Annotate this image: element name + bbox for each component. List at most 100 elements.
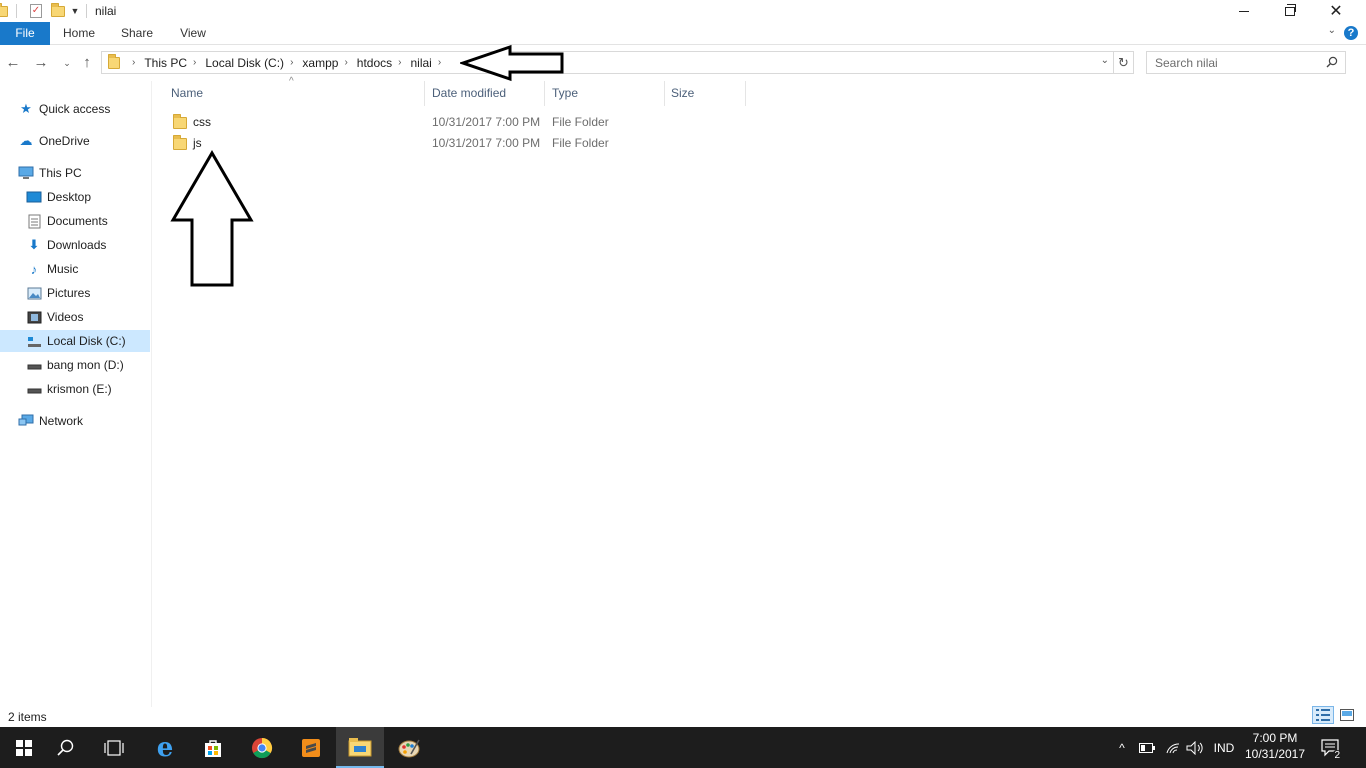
store-app[interactable] bbox=[189, 727, 237, 768]
file-type: File Folder bbox=[552, 136, 609, 150]
breadcrumb-this-pc[interactable]: This PC bbox=[144, 56, 187, 70]
chevron-down-icon: ⌄ bbox=[63, 58, 71, 68]
volume-control[interactable] bbox=[1184, 727, 1206, 768]
taskbar-clock[interactable]: 7:00 PM 10/31/2017 bbox=[1240, 730, 1310, 762]
battery-status[interactable] bbox=[1136, 727, 1158, 768]
file-date: 10/31/2017 7:00 PM bbox=[432, 136, 541, 150]
large-icons-view-icon bbox=[1340, 709, 1354, 721]
nav-item-downloads[interactable]: ⬇ Downloads bbox=[0, 234, 150, 256]
up-arrow-icon: ↑ bbox=[83, 54, 91, 71]
paint-app[interactable] bbox=[385, 727, 433, 768]
file-type: File Folder bbox=[552, 115, 609, 129]
nav-label: Quick access bbox=[39, 102, 111, 116]
file-explorer-icon bbox=[348, 737, 372, 756]
nav-label: bang mon (D:) bbox=[47, 358, 124, 372]
address-dropdown-chevron-icon[interactable]: ⌄ bbox=[1101, 55, 1109, 66]
chevron-right-icon[interactable]: › bbox=[193, 57, 196, 68]
document-icon bbox=[26, 213, 42, 229]
search-input[interactable] bbox=[1147, 52, 1322, 73]
breadcrumb: › This PC › Local Disk (C:) › xampp › ht… bbox=[126, 52, 450, 73]
chevron-right-icon[interactable]: › bbox=[132, 57, 135, 68]
nav-label: Desktop bbox=[47, 190, 92, 204]
close-button[interactable]: ✕ bbox=[1313, 0, 1359, 22]
breadcrumb-htdocs[interactable]: htdocs bbox=[357, 56, 392, 70]
expand-ribbon-chevron-icon[interactable]: ⌄ bbox=[1328, 25, 1336, 36]
search-taskbar-button[interactable] bbox=[42, 727, 90, 768]
details-view-button[interactable] bbox=[1312, 706, 1334, 724]
nav-item-music[interactable]: ♪ Music bbox=[0, 258, 150, 280]
nav-label: Videos bbox=[47, 310, 84, 324]
customize-toolbar-dropdown[interactable]: ▼ bbox=[69, 3, 81, 19]
nav-item-pictures[interactable]: Pictures bbox=[0, 282, 150, 304]
file-date: 10/31/2017 7:00 PM bbox=[432, 115, 541, 129]
breadcrumb-nilai[interactable]: nilai bbox=[410, 56, 431, 70]
forward-button[interactable]: → bbox=[32, 54, 50, 72]
divider bbox=[86, 4, 87, 18]
restore-button[interactable] bbox=[1267, 0, 1313, 22]
task-view-button[interactable] bbox=[90, 727, 138, 768]
file-name: js bbox=[193, 136, 202, 150]
nav-item-onedrive[interactable]: ☁ OneDrive bbox=[0, 130, 150, 152]
chevron-right-icon[interactable]: › bbox=[344, 57, 347, 68]
tab-view[interactable]: View bbox=[170, 22, 216, 45]
refresh-button[interactable]: ↻ bbox=[1114, 51, 1134, 74]
chevron-right-icon[interactable]: › bbox=[398, 57, 401, 68]
edge-app[interactable]: e bbox=[141, 727, 189, 768]
table-row[interactable]: css 10/31/2017 7:00 PM File Folder bbox=[163, 112, 743, 133]
battery-icon bbox=[1139, 742, 1155, 753]
back-button[interactable]: ← bbox=[4, 54, 22, 72]
nav-item-this-pc[interactable]: This PC bbox=[0, 162, 150, 184]
chevron-right-icon[interactable]: › bbox=[438, 57, 441, 68]
nav-item-network[interactable]: Network bbox=[0, 410, 150, 432]
new-folder-button[interactable] bbox=[50, 2, 66, 19]
minimize-button[interactable] bbox=[1221, 0, 1267, 22]
nav-item-bang-mon-d[interactable]: bang mon (D:) bbox=[0, 354, 150, 376]
nav-item-videos[interactable]: Videos bbox=[0, 306, 150, 328]
recent-locations-button[interactable]: ⌄ bbox=[58, 54, 76, 72]
tab-share[interactable]: Share bbox=[114, 22, 160, 45]
search-box[interactable] bbox=[1146, 51, 1346, 74]
table-row[interactable]: js 10/31/2017 7:00 PM File Folder bbox=[163, 133, 743, 154]
pictures-icon bbox=[26, 285, 42, 301]
help-icon[interactable]: ? bbox=[1344, 26, 1358, 40]
column-header-name[interactable]: Name bbox=[163, 81, 425, 106]
large-icons-view-button[interactable] bbox=[1336, 706, 1358, 724]
wifi-status[interactable] bbox=[1162, 727, 1184, 768]
nav-item-krismon-e[interactable]: krismon (E:) bbox=[0, 378, 150, 400]
input-language[interactable]: IND bbox=[1210, 727, 1238, 768]
nav-item-quick-access[interactable]: ★ Quick access bbox=[0, 98, 150, 120]
column-header-date-modified[interactable]: Date modified bbox=[424, 81, 545, 106]
column-header-type[interactable]: Type bbox=[544, 81, 665, 106]
column-header-size[interactable]: Size bbox=[663, 81, 746, 106]
action-center-button[interactable]: 2 bbox=[1316, 727, 1346, 768]
tab-home[interactable]: Home bbox=[56, 22, 102, 45]
tab-file[interactable]: File bbox=[0, 22, 50, 45]
nav-label: Downloads bbox=[47, 238, 107, 252]
file-list: ^ Name Date modified Type Size css 10/31… bbox=[153, 76, 1366, 707]
sublime-text-app[interactable] bbox=[287, 727, 335, 768]
network-icon bbox=[18, 413, 34, 429]
edge-icon: e bbox=[156, 732, 174, 763]
properties-button[interactable]: ✓ bbox=[28, 3, 44, 19]
address-bar[interactable]: › This PC › Local Disk (C:) › xampp › ht… bbox=[101, 51, 1114, 74]
breadcrumb-xampp[interactable]: xampp bbox=[302, 56, 338, 70]
chrome-app[interactable] bbox=[238, 727, 286, 768]
download-icon: ⬇ bbox=[28, 237, 40, 252]
chevron-right-icon[interactable]: › bbox=[290, 57, 293, 68]
back-arrow-icon: ← bbox=[5, 54, 21, 71]
taskbar: e ^ IND 7:00 PM 10/31/2017 2 bbox=[0, 727, 1366, 768]
sublime-text-icon bbox=[302, 738, 320, 757]
restore-icon bbox=[1285, 3, 1296, 16]
computer-icon bbox=[18, 165, 34, 181]
nav-label: Documents bbox=[47, 214, 108, 228]
nav-item-documents[interactable]: Documents bbox=[0, 210, 150, 232]
start-button[interactable] bbox=[0, 727, 48, 768]
file-explorer-app[interactable] bbox=[336, 727, 384, 768]
up-button[interactable]: ↑ bbox=[78, 54, 96, 72]
nav-item-local-disk-c[interactable]: Local Disk (C:) bbox=[0, 330, 150, 352]
folder-icon bbox=[173, 135, 187, 150]
show-hidden-icons-button[interactable]: ^ bbox=[1112, 727, 1132, 768]
star-icon: ★ bbox=[20, 101, 32, 116]
breadcrumb-local-disk[interactable]: Local Disk (C:) bbox=[205, 56, 284, 70]
nav-item-desktop[interactable]: Desktop bbox=[0, 186, 150, 208]
